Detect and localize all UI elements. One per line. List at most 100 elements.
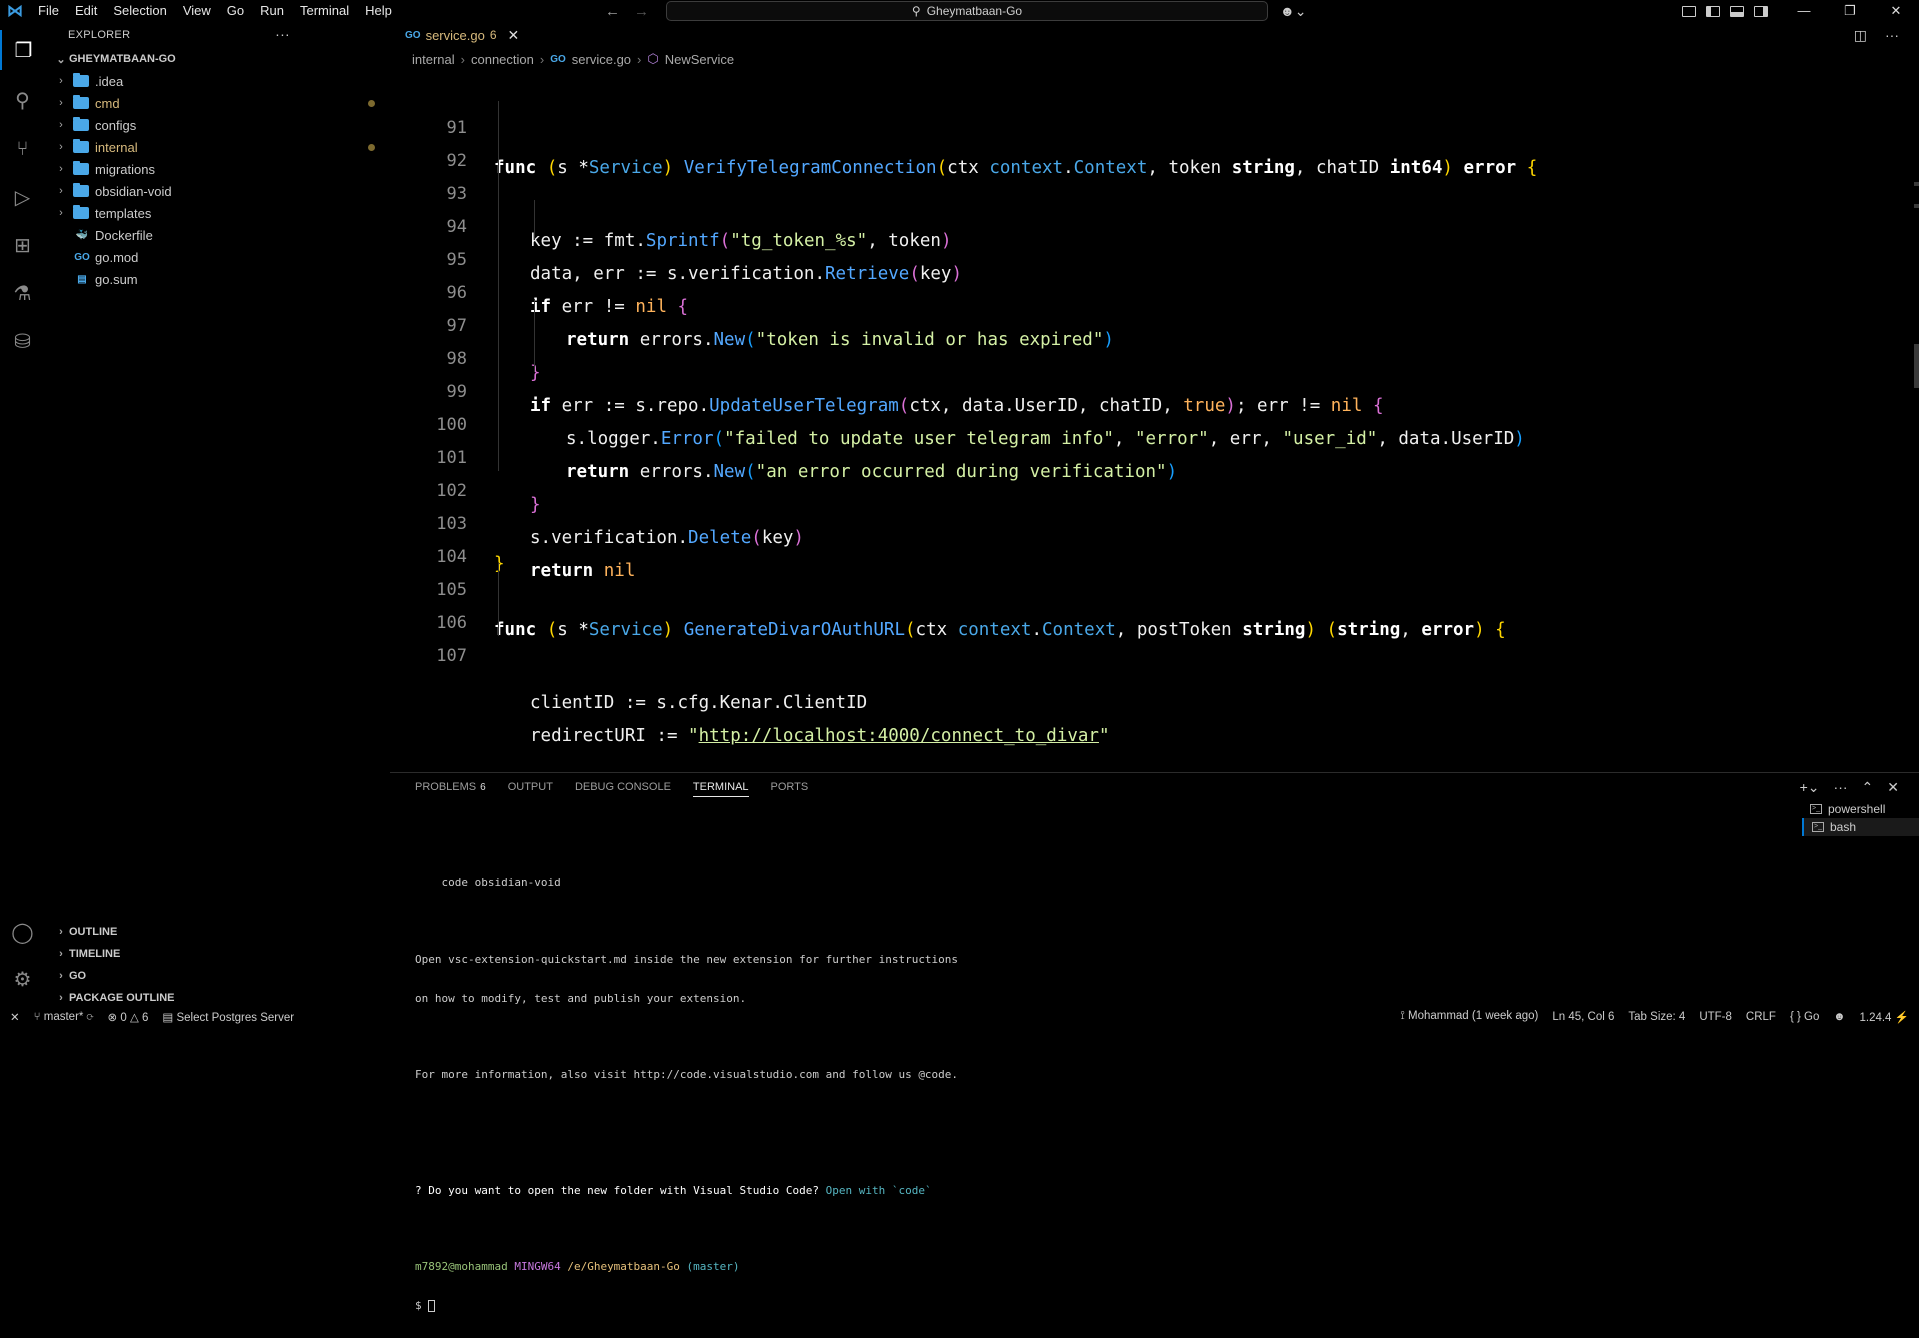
search-icon[interactable]: ⚲	[0, 80, 45, 120]
minimize-icon[interactable]: —	[1781, 0, 1827, 22]
breadcrumb-item[interactable]: connection	[471, 52, 534, 67]
tab-output[interactable]: OUTPUT	[508, 781, 553, 793]
tab-label: service.go	[425, 27, 485, 43]
breadcrumb-item[interactable]: service.go	[572, 52, 631, 67]
tree-item-internal[interactable]: › internal	[45, 136, 390, 158]
terminal-line: code obsidian-void	[415, 876, 561, 890]
problems-status[interactable]: ⊗ 0 △ 6	[107, 1010, 148, 1024]
chevron-down-icon: ⌄	[56, 53, 66, 66]
settings-gear-icon[interactable]: ⚙	[0, 959, 45, 999]
section-outline[interactable]: › OUTLINE	[45, 921, 390, 943]
tree-item-obsidian-void[interactable]: › obsidian-void	[45, 180, 390, 202]
back-arrow-icon[interactable]: ←	[605, 3, 620, 20]
testing-icon[interactable]: ⚗	[0, 273, 45, 313]
branch-label: master*	[43, 1010, 84, 1023]
menu-view[interactable]: View	[175, 0, 219, 22]
go-version-label: 1.24.4	[1859, 1011, 1892, 1024]
symbol-method-icon: ⬡	[647, 51, 659, 66]
menu-selection[interactable]: Selection	[105, 0, 174, 22]
tree-item-go-mod[interactable]: GO go.mod	[45, 246, 390, 268]
tree-item-dockerfile[interactable]: 🐳 Dockerfile	[45, 224, 390, 246]
language-mode[interactable]: { } Go	[1790, 1011, 1819, 1023]
command-center-search[interactable]: ⚲ Gheymatbaan-Go	[666, 1, 1268, 21]
split-editor-icon[interactable]: ◫	[1854, 27, 1867, 44]
section-timeline[interactable]: › TIMELINE	[45, 943, 390, 965]
tree-item-configs[interactable]: › configs	[45, 114, 390, 136]
terminal-output[interactable]: code obsidian-void Open vsc-extension-qu…	[415, 813, 1715, 1312]
breadcrumb-item[interactable]: internal	[412, 52, 455, 67]
tree-item-label: obsidian-void	[95, 183, 172, 199]
database-icon[interactable]: ⛁	[0, 321, 45, 361]
remote-icon[interactable]: ✕	[10, 1010, 20, 1024]
run-debug-icon[interactable]: ▷	[0, 177, 45, 217]
tree-item-label: templates	[95, 205, 152, 221]
git-branch-icon: ⑂	[33, 1010, 41, 1023]
chevron-right-icon: ›	[59, 75, 63, 87]
new-terminal-icon[interactable]: +⌄	[1800, 779, 1820, 796]
menu-terminal[interactable]: Terminal	[292, 0, 357, 22]
customize-layout-icon[interactable]	[1682, 5, 1696, 17]
go-file-icon: GO	[550, 53, 566, 65]
menu-help[interactable]: Help	[357, 0, 400, 22]
go-version[interactable]: 1.24.4 ⚡	[1859, 1010, 1909, 1024]
close-window-icon[interactable]: ✕	[1873, 0, 1919, 22]
tree-item-idea[interactable]: › .idea	[45, 70, 390, 92]
tree-item-cmd[interactable]: › cmd	[45, 92, 390, 114]
toggle-secondary-sidebar-icon[interactable]	[1754, 5, 1768, 17]
folder-icon	[73, 205, 89, 219]
terminal-icon: >_	[1812, 822, 1824, 832]
tab-debug-console[interactable]: DEBUG CONSOLE	[575, 781, 671, 793]
terminal-item-label: powershell	[1828, 802, 1886, 816]
account-icon[interactable]: ◯	[0, 912, 45, 952]
section-package-outline[interactable]: › PACKAGE OUTLINE	[45, 987, 390, 1009]
tree-item-go-sum[interactable]: ▤ go.sum	[45, 268, 390, 290]
menu-edit[interactable]: Edit	[67, 0, 105, 22]
menu-file[interactable]: File	[30, 0, 67, 22]
tab-problems[interactable]: PROBLEMS 6	[415, 781, 486, 793]
menu-run[interactable]: Run	[252, 0, 292, 22]
eol[interactable]: CRLF	[1746, 1011, 1776, 1023]
tree-item-migrations[interactable]: › migrations	[45, 158, 390, 180]
git-blame-status[interactable]: ⟟ Mohammad (1 week ago)	[1401, 1010, 1539, 1023]
explorer-icon[interactable]: ❐	[0, 30, 45, 70]
workspace-root-label: GHEYMATBAAN-GO	[69, 53, 176, 65]
more-actions-icon[interactable]: ···	[275, 26, 290, 42]
postgres-status[interactable]: ▤ Select Postgres Server	[162, 1010, 294, 1024]
terminal-ps1: m7892@mohammad MINGW64 /e/Gheymatbaan-Go…	[415, 1261, 1715, 1273]
copilot-status-icon[interactable]: ☻	[1833, 1011, 1845, 1023]
code-editor[interactable]: 91 func (s *Service) VerifyTelegramConne…	[390, 68, 1919, 772]
workspace-root[interactable]: ⌄ GHEYMATBAAN-GO	[45, 48, 390, 70]
tree-item-templates[interactable]: › templates	[45, 202, 390, 224]
editor-tab-service-go[interactable]: GO service.go 6 ✕	[390, 22, 531, 48]
terminal-item-powershell[interactable]: >_ powershell	[1802, 800, 1919, 818]
maximize-panel-icon[interactable]: ⌃	[1862, 779, 1874, 796]
tree-item-label: internal	[95, 139, 138, 155]
restore-icon[interactable]: ❐	[1827, 0, 1873, 22]
more-actions-icon[interactable]: ···	[1885, 27, 1899, 44]
branch-status[interactable]: ⑂ master* ⟳	[34, 1011, 94, 1023]
toggle-panel-icon[interactable]	[1730, 5, 1744, 17]
copilot-icon[interactable]: ☻⌄	[1280, 0, 1306, 22]
tab-size[interactable]: Tab Size: 4	[1628, 1011, 1685, 1023]
tab-ports[interactable]: PORTS	[771, 781, 809, 793]
extensions-icon[interactable]: ⊞	[0, 225, 45, 265]
tab-terminal[interactable]: TERMINAL	[692, 781, 749, 797]
breadcrumb-item[interactable]: NewService	[665, 52, 734, 67]
terminal-item-bash[interactable]: >_ bash	[1802, 818, 1919, 836]
source-control-icon[interactable]: ⑂	[0, 129, 45, 169]
forward-arrow-icon[interactable]: →	[634, 3, 649, 20]
section-label: PACKAGE OUTLINE	[69, 992, 175, 1004]
more-actions-icon[interactable]: ···	[1834, 779, 1848, 796]
toggle-primary-sidebar-icon[interactable]	[1706, 5, 1720, 17]
terminal-line: on how to modify, test and publish your …	[415, 991, 747, 1005]
section-go[interactable]: › GO	[45, 965, 390, 987]
menu-go[interactable]: Go	[219, 0, 252, 22]
cursor-position[interactable]: Ln 45, Col 6	[1552, 1011, 1614, 1023]
close-panel-icon[interactable]: ✕	[1887, 779, 1899, 796]
encoding[interactable]: UTF-8	[1699, 1011, 1732, 1023]
chevron-right-icon: ›	[59, 185, 63, 197]
close-icon[interactable]: ✕	[508, 27, 520, 44]
terminal-input-line[interactable]: $	[415, 1299, 1715, 1312]
modified-dot-icon	[368, 144, 375, 151]
